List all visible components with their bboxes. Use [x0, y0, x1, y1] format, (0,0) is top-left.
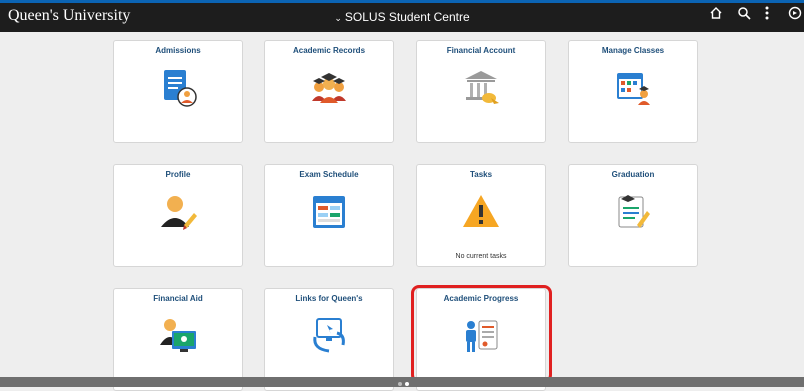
tile-title: Financial Account — [446, 46, 516, 55]
tile-admissions[interactable]: Admissions — [113, 40, 243, 143]
tile-financial-account[interactable]: Financial Account — [416, 40, 546, 143]
warning-icon — [463, 195, 499, 227]
tile-title: Admissions — [155, 46, 201, 55]
chevron-down-icon: ⌄ — [334, 13, 342, 23]
tile-manage-classes[interactable]: Manage Classes — [568, 40, 698, 143]
calendar-student-icon — [617, 73, 650, 105]
bank-icon — [465, 71, 499, 104]
profile-edit-icon — [161, 196, 197, 230]
page-dot[interactable] — [398, 382, 402, 386]
tile-exam-schedule[interactable]: Exam Schedule — [264, 164, 394, 267]
tile-tasks[interactable]: Tasks No current tasks — [416, 164, 546, 267]
graduation-document-icon — [618, 195, 650, 228]
tile-title: Exam Schedule — [299, 170, 359, 179]
home-icon[interactable] — [706, 6, 726, 26]
tile-graduation[interactable]: Graduation — [568, 164, 698, 267]
tile-financial-aid[interactable]: Financial Aid — [113, 288, 243, 391]
top-bar: Queen's University ⌄ SOLUS Student Centre — [0, 0, 804, 32]
navbar-icon[interactable] — [786, 6, 804, 26]
tile-title: Financial Aid — [153, 294, 203, 303]
more-actions-icon[interactable] — [757, 6, 777, 26]
page-title-menu[interactable]: ⌄ SOLUS Student Centre — [0, 10, 804, 24]
tile-profile[interactable]: Profile — [113, 164, 243, 267]
tile-title: Graduation — [611, 170, 655, 179]
page-scroll-indicator[interactable] — [0, 377, 804, 387]
calendar-icon — [313, 196, 345, 228]
highlight-box — [411, 285, 552, 383]
tile-subtitle: No current tasks — [455, 253, 507, 260]
page-title: SOLUS Student Centre — [344, 10, 470, 24]
tile-title: Academic Records — [292, 46, 366, 55]
tile-title: Tasks — [469, 170, 493, 179]
graduates-icon — [312, 73, 346, 103]
tile-academic-records[interactable]: Academic Records — [264, 40, 394, 143]
tile-title: Links for Queen's — [295, 294, 363, 303]
admissions-icon — [164, 70, 197, 107]
search-icon[interactable] — [734, 6, 754, 26]
page-dot-active[interactable] — [405, 382, 409, 386]
tile-title: Manage Classes — [601, 46, 665, 55]
tile-links-for-queens[interactable]: Links for Queen's — [264, 288, 394, 391]
financial-aid-icon — [160, 319, 196, 352]
tile-title: Profile — [165, 170, 191, 179]
accent-strip — [0, 0, 804, 3]
links-monitor-icon — [313, 318, 345, 353]
